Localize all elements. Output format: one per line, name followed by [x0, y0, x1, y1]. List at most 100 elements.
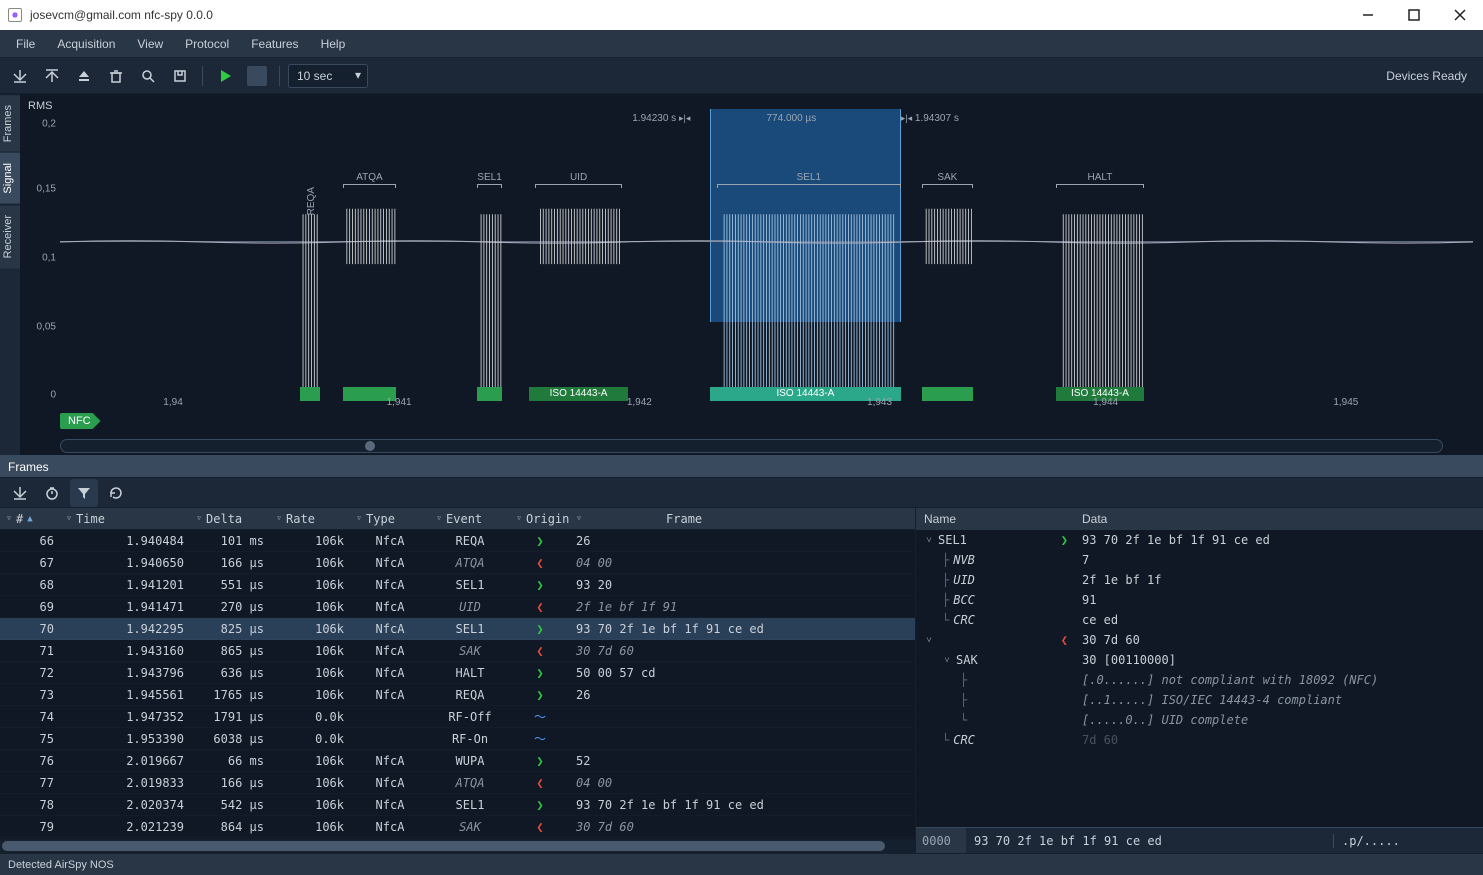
detail-row[interactable]: ˅❮30 7d 60 [916, 630, 1483, 650]
play-button[interactable] [211, 62, 239, 90]
hex-offset: 0000 [916, 828, 966, 853]
hex-ascii: .p/..... [1333, 834, 1483, 848]
table-row[interactable]: 751.9533906038 µs0.0kRF-On〜 [0, 728, 915, 750]
detail-col-name[interactable]: Name [916, 512, 1074, 526]
refresh-button[interactable] [102, 479, 130, 507]
device-status: Devices Ready [1386, 69, 1477, 83]
detail-row[interactable]: ├NVB7 [916, 550, 1483, 570]
x-axis: 1,94 1,941 1,942 1,943 1,944 1,945 [60, 397, 1473, 413]
col-origin[interactable]: ▿ Origin [510, 512, 570, 526]
save-button[interactable] [38, 62, 66, 90]
overview-scrollbar[interactable] [60, 439, 1443, 453]
titlebar: josevcm@gmail.com nfc-spy 0.0.0 [0, 0, 1483, 30]
table-row[interactable]: 762.01966766 ms106kNfcAWUPA❯52 [0, 750, 915, 772]
y-tick: 0,2 [42, 118, 56, 129]
time-range-select[interactable]: 10 sec [288, 64, 368, 88]
table-row[interactable]: 741.9473521791 µs0.0kRF-Off〜 [0, 706, 915, 728]
eject-button[interactable] [70, 62, 98, 90]
tab-receiver-side[interactable]: Receiver [0, 204, 20, 268]
menubar: File Acquisition View Protocol Features … [0, 30, 1483, 58]
frames-panel-header: Frames [0, 456, 1483, 478]
menu-help[interactable]: Help [311, 33, 356, 55]
burst-label-reqa: REQA [306, 187, 317, 215]
tab-frames-side[interactable]: Frames [0, 94, 20, 152]
detail-row[interactable]: └[.....0..] UID complete [916, 710, 1483, 730]
table-row[interactable]: 711.943160865 µs106kNfcASAK❮30 7d 60 [0, 640, 915, 662]
close-button[interactable] [1437, 0, 1483, 30]
window-title: josevcm@gmail.com nfc-spy 0.0.0 [30, 8, 213, 22]
menu-view[interactable]: View [127, 33, 173, 55]
trash-button[interactable] [102, 62, 130, 90]
x-tick: 1,94 [163, 397, 182, 408]
menu-acquisition[interactable]: Acquisition [47, 33, 125, 55]
minimize-button[interactable] [1345, 0, 1391, 30]
burst-label-sel1-sel: SEL1 [797, 172, 821, 183]
detail-row[interactable]: └CRCce ed [916, 610, 1483, 630]
burst-label-sel1: SEL1 [477, 172, 501, 183]
x-tick: 1,941 [387, 397, 412, 408]
table-row[interactable]: 691.941471270 µs106kNfcAUID❮2f 1e bf 1f … [0, 596, 915, 618]
x-tick: 1,944 [1093, 397, 1118, 408]
burst-label-atqa: ATQA [356, 172, 382, 183]
export-frames-button[interactable] [6, 479, 34, 507]
signal-section: Frames Signal Receiver RMS 0,2 0,15 0,1 … [0, 94, 1483, 456]
table-row[interactable]: 772.019833166 µs106kNfcAATQA❮04 00 [0, 772, 915, 794]
frames-h-scrollbar[interactable] [0, 839, 915, 853]
hex-footer: 0000 93 70 2f 1e bf 1f 91 ce ed .p/..... [916, 827, 1483, 853]
signal-plot[interactable]: RMS 0,2 0,15 0,1 0,05 0 1.94230 s ▸|◂ 77… [20, 94, 1483, 437]
detail-row[interactable]: ├[..1.....] ISO/IEC 14443-4 compliant [916, 690, 1483, 710]
overview-scroll-handle[interactable] [365, 441, 375, 451]
side-tabs: Frames Signal Receiver [0, 94, 20, 455]
burst-label-sak: SAK [937, 172, 957, 183]
table-row[interactable]: 782.020374542 µs106kNfcASEL1❯93 70 2f 1e… [0, 794, 915, 816]
stop-button[interactable] [243, 62, 271, 90]
menu-features[interactable]: Features [241, 33, 308, 55]
status-text: Detected AirSpy NOS [8, 859, 114, 871]
filter-button[interactable] [70, 479, 98, 507]
table-row[interactable]: 701.942295825 µs106kNfcASEL1❯93 70 2f 1e… [0, 618, 915, 640]
tab-signal-side[interactable]: Signal [0, 152, 20, 204]
table-row[interactable]: 731.9455611765 µs106kNfcAREQA❯26 [0, 684, 915, 706]
burst-label-uid: UID [570, 172, 587, 183]
menu-protocol[interactable]: Protocol [175, 33, 239, 55]
open-button[interactable] [6, 62, 34, 90]
table-row[interactable]: 721.943796636 µs106kNfcAHALT❯50 00 57 cd [0, 662, 915, 684]
detail-row[interactable]: ├[.0......] not compliant with 18092 (NF… [916, 670, 1483, 690]
y-tick: 0,05 [37, 321, 56, 332]
search-button[interactable] [134, 62, 162, 90]
frames-table: ▿ # ▲ ▿ Time ▿ Delta ▿ Rate ▿ Type ▿ Eve… [0, 508, 915, 853]
col-time[interactable]: ▿ Time [60, 512, 190, 526]
statusbar: Detected AirSpy NOS [0, 853, 1483, 875]
app-icon [8, 8, 22, 22]
export-button[interactable] [166, 62, 194, 90]
toolbar-separator [279, 66, 280, 86]
table-row[interactable]: 661.940484101 ms106kNfcAREQA❯26 [0, 530, 915, 552]
menu-file[interactable]: File [6, 33, 45, 55]
frames-toolbar [0, 478, 1483, 508]
frames-table-header: ▿ # ▲ ▿ Time ▿ Delta ▿ Rate ▿ Type ▿ Eve… [0, 508, 915, 530]
detail-row[interactable]: ├BCC91 [916, 590, 1483, 610]
col-frame[interactable]: ▿ Frame [570, 512, 915, 526]
detail-row[interactable]: ˅SAK30 [00110000] [916, 650, 1483, 670]
nfc-badge[interactable]: NFC [60, 413, 101, 429]
detail-row[interactable]: └CRC7d 60 [916, 730, 1483, 750]
y-axis: 0,2 0,15 0,1 0,05 0 [20, 109, 60, 407]
col-rate[interactable]: ▿ Rate [270, 512, 350, 526]
timing-button[interactable] [38, 479, 66, 507]
frame-detail-panel: Name Data ˅SEL1❯93 70 2f 1e bf 1f 91 ce … [915, 508, 1483, 853]
x-tick: 1,943 [867, 397, 892, 408]
detail-col-data[interactable]: Data [1074, 512, 1483, 526]
x-tick: 1,942 [627, 397, 652, 408]
detail-row[interactable]: ˅SEL1❯93 70 2f 1e bf 1f 91 ce ed [916, 530, 1483, 550]
col-idx[interactable]: ▿ # ▲ [0, 512, 60, 526]
y-tick: 0,1 [42, 253, 56, 264]
col-type[interactable]: ▿ Type [350, 512, 430, 526]
col-delta[interactable]: ▿ Delta [190, 512, 270, 526]
table-row[interactable]: 792.021239864 µs106kNfcASAK❮30 7d 60 [0, 816, 915, 838]
maximize-button[interactable] [1391, 0, 1437, 30]
col-event[interactable]: ▿ Event [430, 512, 510, 526]
burst-label-halt: HALT [1088, 172, 1113, 183]
table-row[interactable]: 681.941201551 µs106kNfcASEL1❯93 20 [0, 574, 915, 596]
table-row[interactable]: 671.940650166 µs106kNfcAATQA❮04 00 [0, 552, 915, 574]
detail-row[interactable]: ├UID2f 1e bf 1f [916, 570, 1483, 590]
